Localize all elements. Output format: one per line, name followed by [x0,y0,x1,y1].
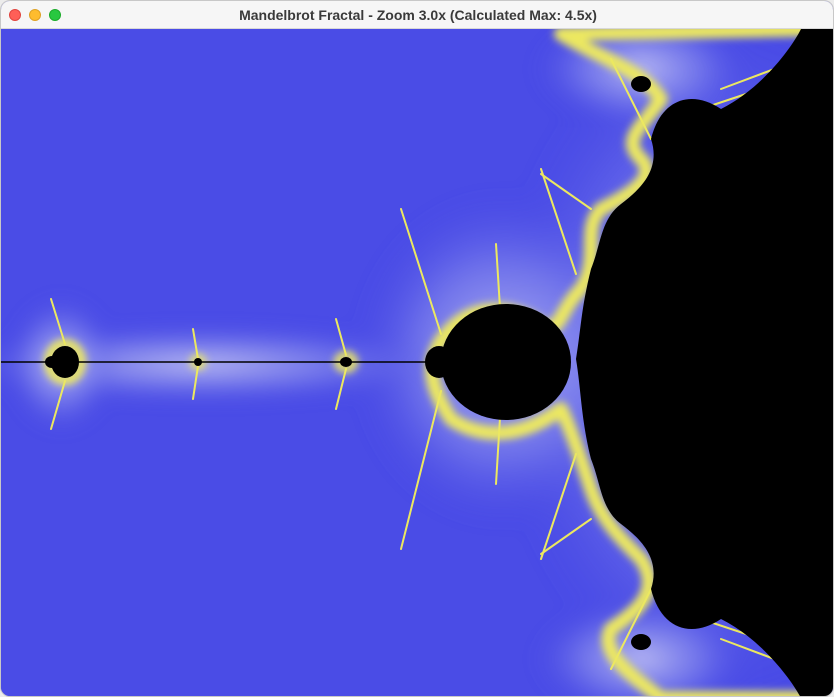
window-title: Mandelbrot Fractal - Zoom 3.0x (Calculat… [239,7,597,23]
app-window: Mandelbrot Fractal - Zoom 3.0x (Calculat… [0,0,834,697]
mandelbrot-render [1,29,833,696]
fractal-canvas[interactable] [1,29,833,696]
title-bar[interactable]: Mandelbrot Fractal - Zoom 3.0x (Calculat… [1,1,833,29]
